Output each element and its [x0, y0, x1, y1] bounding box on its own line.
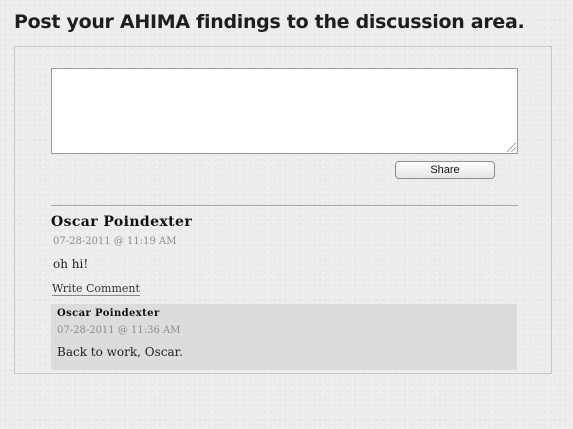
discussion-panel: Share Oscar Poindexter 07-28-2011 @ 11:1… — [14, 46, 552, 374]
comment-timestamp: 07-28-2011 @ 11:19 AM — [53, 236, 177, 247]
comment-body: oh hi! — [53, 257, 89, 271]
reply-author: Oscar Poindexter — [57, 308, 160, 319]
reply-body: Back to work, Oscar. — [57, 345, 183, 359]
resize-grip-icon[interactable] — [507, 143, 516, 152]
post-textarea[interactable] — [51, 68, 518, 154]
reply-comment: Oscar Poindexter 07-28-2011 @ 11:36 AM B… — [51, 304, 517, 370]
reply-timestamp: 07-28-2011 @ 11:36 AM — [57, 325, 181, 336]
comment-author: Oscar Poindexter — [51, 214, 193, 230]
page-title: Post your AHIMA findings to the discussi… — [14, 11, 525, 33]
write-comment-link[interactable]: Write Comment — [52, 282, 140, 296]
divider — [51, 205, 518, 206]
share-button[interactable]: Share — [395, 161, 495, 179]
